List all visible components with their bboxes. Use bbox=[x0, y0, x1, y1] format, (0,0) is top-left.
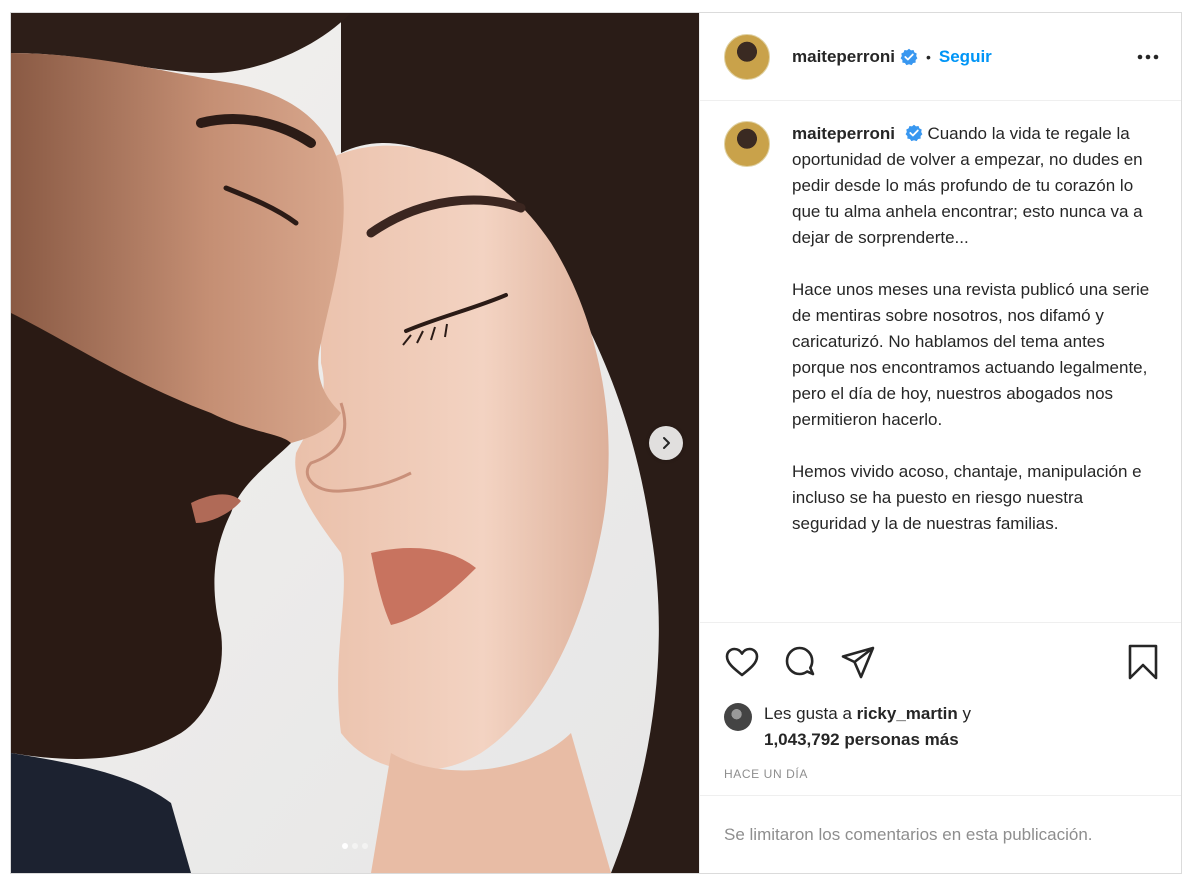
verified-badge-icon bbox=[905, 124, 923, 142]
like-button[interactable] bbox=[722, 642, 762, 682]
follow-button[interactable]: Seguir bbox=[939, 47, 992, 67]
carousel-next-button[interactable] bbox=[649, 426, 683, 460]
bookmark-icon bbox=[1128, 644, 1158, 680]
comment-button[interactable] bbox=[780, 642, 820, 682]
likes-text: Les gusta a ricky_martin y 1,043,792 per… bbox=[764, 701, 971, 759]
heart-icon bbox=[725, 647, 759, 677]
carousel-dot bbox=[352, 843, 358, 849]
carousel-dot bbox=[342, 843, 348, 849]
post-timestamp[interactable]: HACE UN DÍA bbox=[700, 759, 1181, 795]
post-header: maiteperroni • Seguir bbox=[700, 13, 1181, 101]
share-icon bbox=[841, 646, 875, 679]
likes-count[interactable]: 1,043,792 personas más bbox=[764, 730, 959, 749]
verified-badge-icon bbox=[900, 48, 918, 66]
likes-conjunction: y bbox=[962, 704, 972, 723]
carousel-dot bbox=[362, 843, 368, 849]
post-card: maiteperroni • Seguir maiteperroni Cuand… bbox=[10, 12, 1182, 874]
liker-username[interactable]: ricky_martin bbox=[857, 704, 958, 723]
author-avatar[interactable] bbox=[724, 33, 770, 80]
action-bar bbox=[700, 623, 1181, 701]
caption-username[interactable]: maiteperroni bbox=[792, 124, 895, 143]
caption-author-avatar[interactable] bbox=[724, 121, 770, 167]
author-username[interactable]: maiteperroni bbox=[792, 47, 895, 67]
likes-prefix: Les gusta a bbox=[764, 704, 852, 723]
comments-limited-notice: Se limitaron los comentarios en esta pub… bbox=[700, 795, 1181, 873]
post-photo bbox=[11, 13, 699, 873]
caption-paragraph: Hace unos meses una revista publicó una … bbox=[792, 280, 1150, 429]
header-separator: • bbox=[925, 48, 931, 65]
post-sidebar: maiteperroni • Seguir maiteperroni Cuand… bbox=[699, 13, 1181, 873]
share-button[interactable] bbox=[838, 642, 878, 682]
more-options-icon bbox=[1137, 54, 1159, 60]
chevron-right-icon bbox=[663, 437, 670, 449]
comment-icon bbox=[785, 646, 815, 676]
post-media[interactable] bbox=[11, 13, 699, 873]
caption-paragraph: Hemos vivido acoso, chantaje, manipulaci… bbox=[792, 462, 1142, 533]
save-button[interactable] bbox=[1123, 642, 1163, 682]
likes-summary: Les gusta a ricky_martin y 1,043,792 per… bbox=[700, 701, 1181, 759]
liker-avatar[interactable] bbox=[724, 703, 752, 731]
carousel-indicator bbox=[11, 843, 699, 849]
more-options-button[interactable] bbox=[1137, 45, 1159, 74]
caption-text: maiteperroni Cuando la vida te regale la… bbox=[792, 121, 1161, 622]
caption-section: maiteperroni Cuando la vida te regale la… bbox=[700, 101, 1181, 623]
